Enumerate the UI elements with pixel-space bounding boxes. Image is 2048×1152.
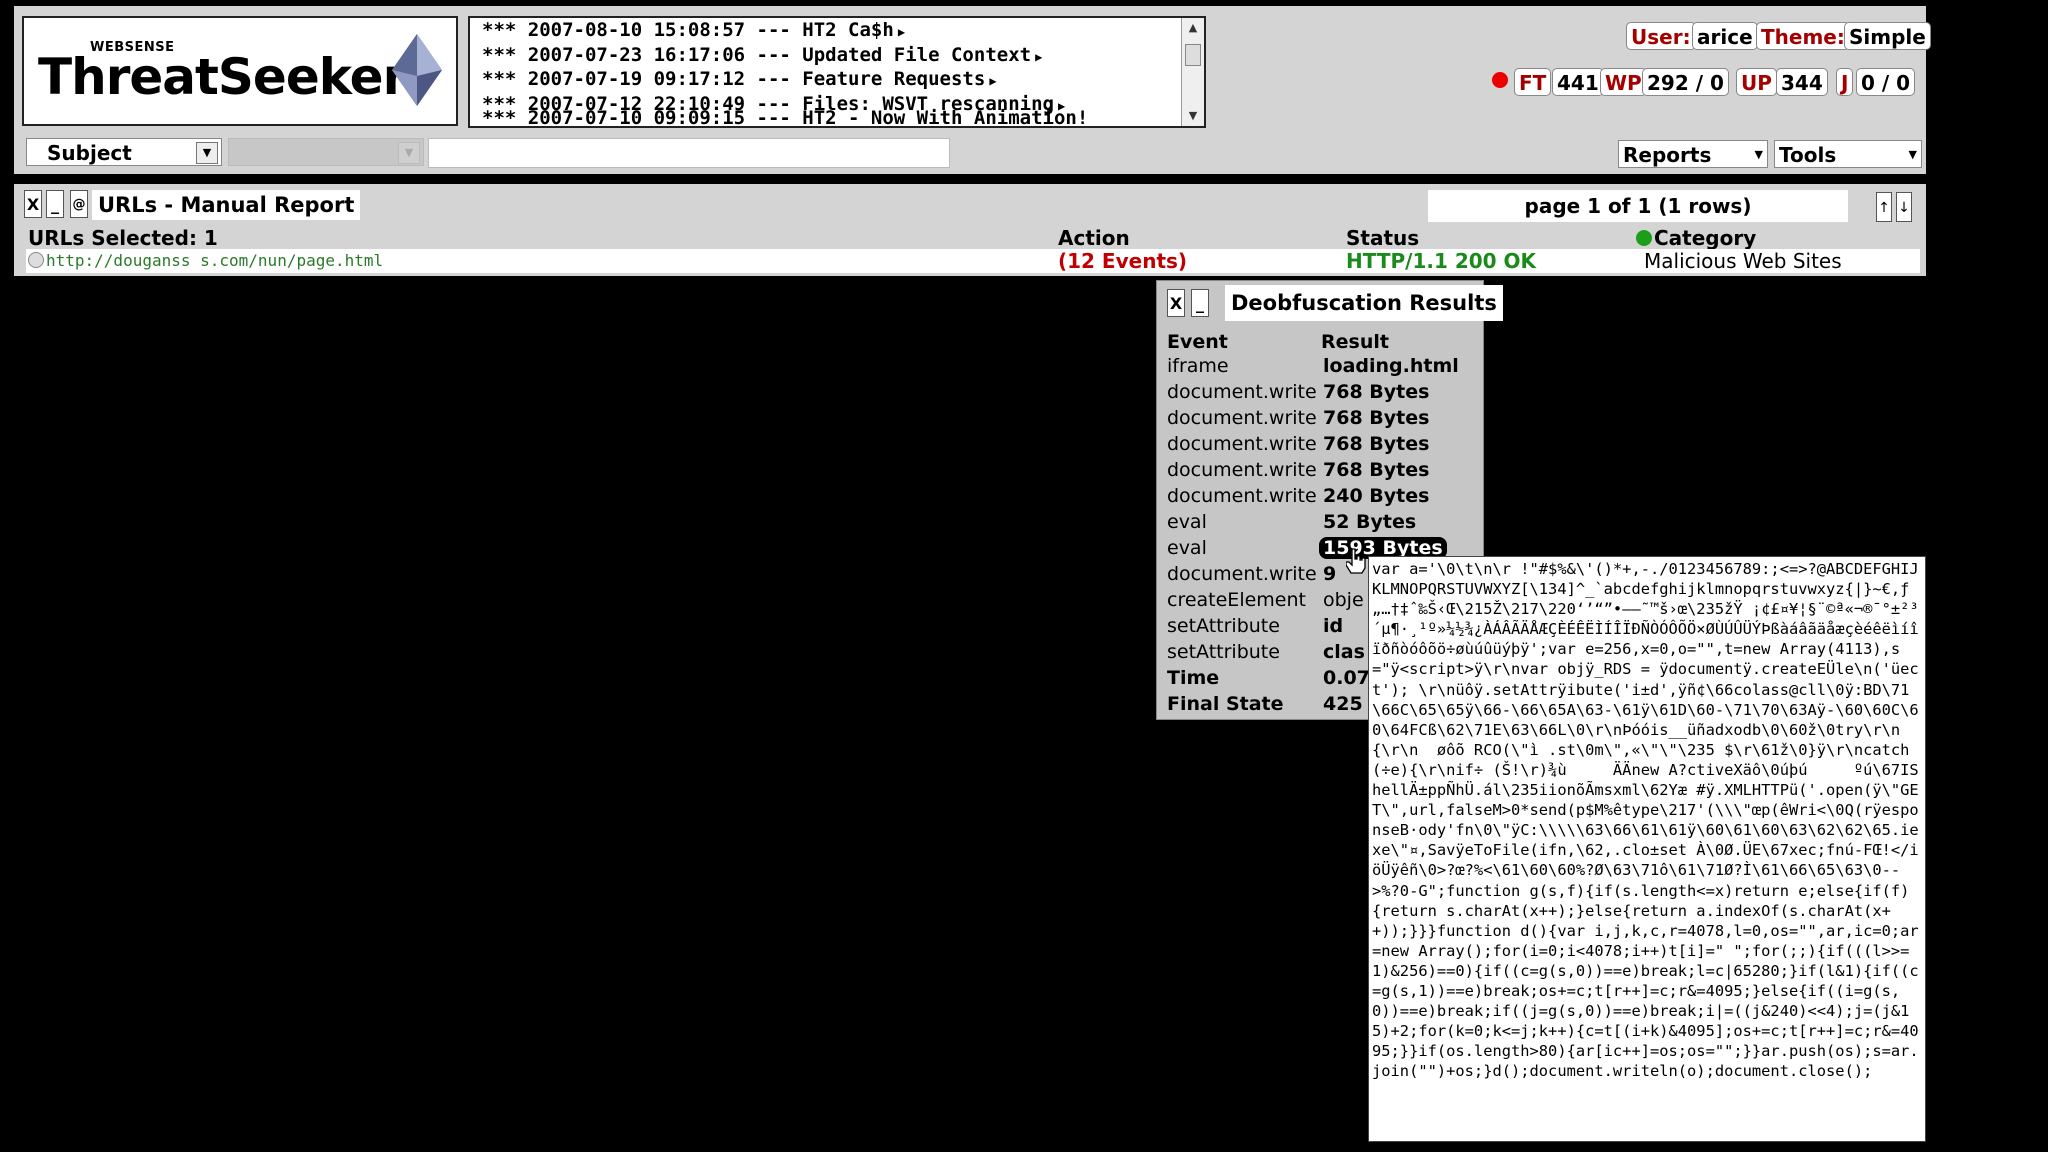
triangle-right-icon: ▶: [989, 74, 997, 88]
counter-label-up[interactable]: UP: [1736, 68, 1777, 96]
column-header-action: Action: [1058, 226, 1130, 250]
deob-row: document.write 240 Bytes: [1167, 485, 1430, 507]
logo: WEBSENSE ThreatSeeker: [22, 16, 458, 126]
triangle-right-icon: ▶: [897, 25, 906, 39]
subject-select-label: Subject: [47, 141, 132, 165]
deob-row: document.write 768 Bytes: [1167, 407, 1430, 429]
status-cell: HTTP/1.1 200 OK: [1342, 249, 1632, 273]
category-dot-icon: [1636, 230, 1652, 246]
page-down-icon[interactable]: ↓: [1896, 192, 1912, 222]
email-icon[interactable]: @: [70, 190, 88, 218]
scroll-up-icon[interactable]: ▲: [1183, 18, 1203, 38]
theme-label: Theme:: [1756, 22, 1850, 50]
chevron-down-icon: ▼: [1908, 148, 1917, 161]
column-header-status: Status: [1346, 226, 1420, 250]
counter-value-up[interactable]: 344: [1776, 68, 1828, 96]
close-icon[interactable]: X: [24, 190, 42, 218]
report-panel: X _ @ URLs - Manual Report page 1 of 1 (…: [14, 184, 1926, 276]
triangle-right-icon: ▶: [1035, 49, 1043, 64]
counter-label-wp[interactable]: WP: [1600, 68, 1647, 96]
subject-value-select: ▼: [228, 138, 424, 166]
reports-menu-label: Reports: [1623, 143, 1712, 167]
url-cell[interactable]: http://douganss s.com/nun/page.html: [26, 249, 1062, 273]
chevron-down-icon: ▼: [1754, 148, 1763, 161]
deob-row: document.write 768 Bytes: [1167, 381, 1430, 403]
search-input[interactable]: [428, 138, 950, 168]
counter-value-ft[interactable]: 441: [1552, 68, 1604, 96]
close-icon[interactable]: X: [1167, 289, 1185, 317]
deobfuscation-title: Deobfuscation Results: [1225, 285, 1503, 321]
news-scrollbar[interactable]: ▲ ▼: [1181, 18, 1204, 126]
subject-select[interactable]: Subject ▼: [26, 138, 222, 166]
code-tooltip: var a='\0\t\n\r !"#$%&\'()*+,-./01234567…: [1368, 556, 1926, 1142]
counter-label-ft[interactable]: FT: [1514, 68, 1552, 96]
chevron-down-icon: ▼: [398, 142, 420, 164]
radio-icon[interactable]: [28, 252, 44, 268]
news-ticker: *** 2007-08-10 15:08:57 --- HT2 Ca$h ▶ **…: [468, 16, 1206, 128]
scroll-thumb[interactable]: [1185, 44, 1201, 66]
scroll-down-icon[interactable]: ▼: [1183, 106, 1203, 126]
news-item[interactable]: *** 2007-08-10 15:08:57 --- HT2 Ca$h ▶: [470, 18, 1204, 43]
tools-menu[interactable]: Tools ▼: [1774, 140, 1922, 168]
deob-row: eval 52 Bytes: [1167, 511, 1417, 533]
news-item[interactable]: *** 2007-07-19 09:17:12 --- Feature Requ…: [470, 67, 1204, 92]
reports-menu[interactable]: Reports ▼: [1618, 140, 1768, 168]
action-cell[interactable]: (12 Events): [1054, 249, 1344, 273]
deob-row: document.write 768 Bytes: [1167, 433, 1430, 455]
chevron-down-icon[interactable]: ▼: [196, 142, 218, 164]
page-up-icon[interactable]: ↑: [1876, 192, 1892, 222]
top-bar: WEBSENSE ThreatSeeker *** 2007-08-10 15:…: [14, 6, 1931, 174]
counter-label-j[interactable]: J: [1836, 68, 1854, 96]
hand-cursor-icon: [1346, 548, 1366, 574]
urls-selected-label: URLs Selected: 1: [28, 226, 218, 250]
user-label: User:: [1626, 22, 1696, 50]
tools-menu-label: Tools: [1779, 143, 1837, 167]
page-info: page 1 of 1 (1 rows): [1428, 190, 1848, 222]
theme-name[interactable]: Simple: [1844, 22, 1931, 50]
deob-row: iframe loading.html: [1167, 355, 1459, 377]
logo-product-text: ThreatSeeker: [38, 48, 407, 106]
column-header-result: Result: [1321, 331, 1389, 353]
counter-value-j[interactable]: 0 / 0: [1856, 68, 1916, 96]
counter-value-wp[interactable]: 292 / 0: [1642, 68, 1729, 96]
status-indicator-icon: [1492, 72, 1508, 88]
minimize-icon[interactable]: _: [1191, 289, 1209, 317]
category-cell: Malicious Web Sites: [1630, 249, 1920, 273]
diamond-logo-icon: [392, 34, 442, 106]
deob-row: document.write 768 Bytes: [1167, 459, 1430, 481]
column-header-event: Event: [1167, 331, 1228, 353]
minimize-icon[interactable]: _: [46, 190, 64, 218]
news-item[interactable]: *** 2007-07-10 09:09:15 --- HT2 - Now Wi…: [470, 106, 1204, 126]
user-name[interactable]: arice: [1692, 22, 1758, 50]
column-header-category: Category: [1636, 226, 1756, 250]
news-item[interactable]: *** 2007-07-23 16:17:06 --- Updated File…: [470, 43, 1204, 68]
report-title: URLs - Manual Report: [92, 190, 361, 220]
